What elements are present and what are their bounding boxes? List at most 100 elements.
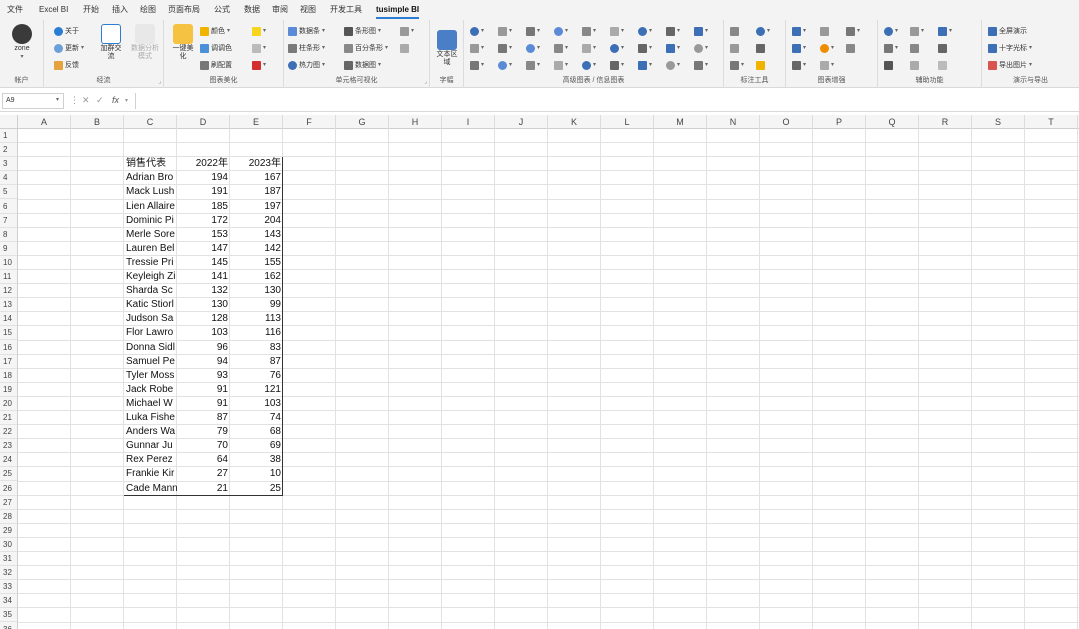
advanced-chart-button[interactable]: ▾: [554, 44, 568, 53]
enhance-tool-4[interactable]: ▾: [792, 44, 806, 53]
annotation-tool-6[interactable]: [756, 61, 765, 70]
row-header[interactable]: 15: [0, 326, 17, 341]
advanced-chart-button[interactable]: ▾: [582, 27, 596, 36]
menu-tab-7[interactable]: 数据: [244, 5, 260, 15]
advanced-chart-button[interactable]: ▾: [498, 27, 512, 36]
advanced-chart-button[interactable]: ▾: [694, 27, 708, 36]
analysis-mode-button[interactable]: 数据分析模式: [130, 24, 160, 61]
row-header[interactable]: 6: [0, 200, 17, 214]
helper-tool-4[interactable]: ▾: [884, 44, 898, 53]
row-header[interactable]: 18: [0, 369, 17, 383]
select-all-corner[interactable]: [0, 115, 18, 129]
advanced-chart-button[interactable]: ▾: [470, 27, 484, 36]
row-header[interactable]: 21: [0, 411, 17, 425]
row-header[interactable]: 25: [0, 467, 17, 482]
confirm-icon[interactable]: ✓: [96, 95, 104, 106]
annotation-tool-1[interactable]: [730, 27, 739, 36]
column-header[interactable]: C: [124, 115, 177, 129]
join-group-button[interactable]: 加群交流: [98, 24, 124, 61]
font-color-button[interactable]: ▾: [252, 61, 266, 70]
row-header[interactable]: 27: [0, 496, 17, 510]
fill-color-button[interactable]: ▾: [252, 27, 266, 36]
cell-viz-more-button[interactable]: ▾: [400, 27, 414, 36]
advanced-chart-button[interactable]: ▾: [526, 27, 540, 36]
row-header[interactable]: 16: [0, 341, 17, 355]
formula-input[interactable]: [135, 93, 1075, 109]
advanced-chart-button[interactable]: ▾: [610, 27, 624, 36]
advanced-chart-button[interactable]: ▾: [526, 61, 540, 70]
menu-tab-9[interactable]: 视图: [300, 5, 316, 15]
cell-flag-button[interactable]: [400, 44, 409, 53]
column-header[interactable]: A: [18, 115, 71, 129]
column-header[interactable]: N: [707, 115, 760, 129]
cancel-icon[interactable]: ✕: [82, 95, 90, 106]
annotation-tool-5[interactable]: ▾: [730, 61, 744, 70]
update-button[interactable]: 更新 ▾: [54, 44, 84, 53]
menu-tab-10[interactable]: 开发工具: [330, 5, 362, 15]
about-button[interactable]: 关于: [54, 27, 79, 36]
column-header[interactable]: E: [230, 115, 283, 129]
advanced-chart-button[interactable]: ▾: [526, 44, 540, 53]
column-bar-button[interactable]: 柱条形 ▾: [288, 44, 325, 53]
insert-function-icon[interactable]: fx: [112, 95, 119, 105]
flow-launcher-icon[interactable]: ⌟: [158, 78, 161, 85]
cell-grid[interactable]: 销售代表 2022年 2023年 Adrian Bro 194 167 Mack Lush 1…: [18, 129, 1079, 629]
helper-tool-8[interactable]: [910, 61, 919, 70]
column-header[interactable]: J: [495, 115, 548, 129]
brush-config-button[interactable]: 刷配置: [200, 61, 232, 70]
annotation-tool-4[interactable]: [756, 44, 765, 53]
row-header[interactable]: 3: [0, 157, 17, 172]
row-header[interactable]: 23: [0, 439, 17, 454]
menu-tab-8[interactable]: 审阅: [272, 5, 288, 15]
row-header[interactable]: 13: [0, 298, 17, 313]
column-header[interactable]: Q: [866, 115, 919, 129]
fullscreen-demo-button[interactable]: 全屏演示: [988, 27, 1027, 36]
data-chart-button[interactable]: 数据图 ▾: [344, 61, 381, 70]
row-header[interactable]: 7: [0, 214, 17, 228]
column-header[interactable]: I: [442, 115, 495, 129]
helper-tool-5[interactable]: [910, 44, 919, 53]
row-header[interactable]: 29: [0, 524, 17, 538]
column-header[interactable]: F: [283, 115, 336, 129]
menu-tab-3[interactable]: 插入: [112, 5, 128, 15]
row-header[interactable]: 26: [0, 482, 17, 496]
line-color-button[interactable]: ▾: [252, 44, 266, 53]
menu-tab-5[interactable]: 页面布局: [168, 5, 200, 15]
advanced-chart-button[interactable]: ▾: [666, 44, 680, 53]
row-header[interactable]: 17: [0, 355, 17, 369]
advanced-chart-button[interactable]: ▾: [638, 27, 652, 36]
row-header[interactable]: 12: [0, 284, 17, 299]
enhance-tool-3[interactable]: ▾: [846, 27, 860, 36]
menu-tab-0[interactable]: 文件: [7, 5, 23, 15]
row-header[interactable]: 24: [0, 453, 17, 468]
row-header[interactable]: 1: [0, 129, 17, 143]
annotation-tool-2[interactable]: ▾: [756, 27, 770, 36]
advanced-chart-button[interactable]: ▾: [610, 61, 624, 70]
advanced-chart-button[interactable]: ▾: [638, 44, 652, 53]
column-header[interactable]: D: [177, 115, 230, 129]
helper-tool-3[interactable]: ▾: [938, 27, 952, 36]
helper-tool-9[interactable]: [938, 61, 947, 70]
column-header[interactable]: G: [336, 115, 389, 129]
row-header[interactable]: 22: [0, 425, 17, 440]
export-image-button[interactable]: 导出图片 ▾: [988, 61, 1032, 70]
advanced-chart-button[interactable]: ▾: [470, 61, 484, 70]
text-area-button[interactable]: 文本区域: [434, 30, 460, 67]
row-header[interactable]: 28: [0, 510, 17, 524]
column-header[interactable]: P: [813, 115, 866, 129]
one-click-beautify-button[interactable]: 一键美化: [170, 24, 196, 61]
row-header[interactable]: 2: [0, 143, 17, 158]
row-header[interactable]: 5: [0, 185, 17, 200]
advanced-chart-button[interactable]: ▾: [666, 61, 680, 70]
enhance-tool-8[interactable]: ▾: [820, 61, 834, 70]
menu-tab-11[interactable]: tusimple BI: [376, 5, 420, 19]
advanced-chart-button[interactable]: ▾: [498, 61, 512, 70]
column-header[interactable]: B: [71, 115, 124, 129]
color-button[interactable]: 颜色 ▾: [200, 27, 230, 36]
row-header[interactable]: 14: [0, 312, 17, 327]
data-bar-button[interactable]: 数据条 ▾: [288, 27, 325, 36]
annotation-tool-3[interactable]: [730, 44, 739, 53]
menu-tab-6[interactable]: 公式: [214, 5, 230, 15]
column-header[interactable]: H: [389, 115, 442, 129]
column-header[interactable]: R: [919, 115, 972, 129]
